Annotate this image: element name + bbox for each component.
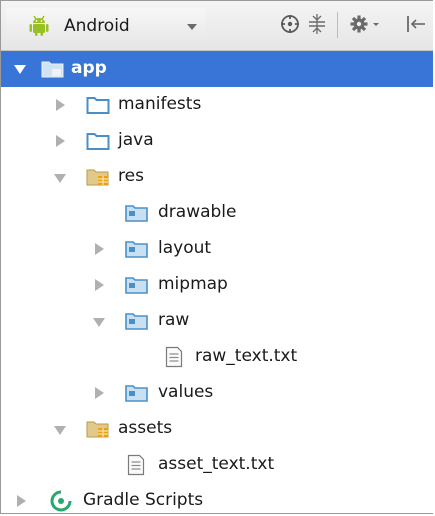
tree-item-values[interactable]: values <box>1 375 433 411</box>
sync-locate-icon[interactable] <box>279 13 301 40</box>
collapse-arrow-icon[interactable] <box>56 135 65 147</box>
tree-item-label: res <box>118 166 144 186</box>
tree-item-label: assets <box>118 418 173 438</box>
expand-arrow-icon[interactable] <box>54 174 66 183</box>
project-toolbar: Android <box>1 1 433 51</box>
dropdown-arrow-icon <box>187 24 197 30</box>
tree-item-app[interactable]: app <box>1 51 433 87</box>
view-mode-label: Android <box>64 16 130 36</box>
tree-item-manifests[interactable]: manifests <box>1 87 433 123</box>
tree-item-drawable[interactable]: drawable <box>1 195 433 231</box>
folder-icon <box>125 275 149 300</box>
tree-item-layout[interactable]: layout <box>1 231 433 267</box>
resource-folder-icon <box>86 419 112 444</box>
tree-item-mipmap[interactable]: mipmap <box>1 267 433 303</box>
collapse-arrow-icon[interactable] <box>95 387 104 399</box>
tree-item-label: raw <box>158 310 190 330</box>
collapse-all-icon[interactable] <box>307 13 327 40</box>
toolbar-divider <box>337 12 338 38</box>
collapse-arrow-icon[interactable] <box>17 495 26 507</box>
hide-panel-icon[interactable] <box>405 13 427 40</box>
tree-item-label: java <box>118 130 154 150</box>
collapse-arrow-icon[interactable] <box>56 99 65 111</box>
view-mode-dropdown[interactable]: Android <box>6 8 206 42</box>
folder-icon <box>125 203 149 228</box>
android-icon <box>28 15 50 42</box>
tree-item-assets[interactable]: assets <box>1 411 433 447</box>
text-file-icon <box>127 454 145 481</box>
folder-icon <box>86 131 110 156</box>
tree-item-asset-text-file[interactable]: asset_text.txt <box>1 447 433 483</box>
tree-item-label: manifests <box>118 94 202 114</box>
collapse-arrow-icon[interactable] <box>95 279 104 291</box>
tree-item-label: layout <box>158 238 212 258</box>
text-file-icon <box>165 346 183 373</box>
folder-icon <box>125 383 149 408</box>
tree-item-label: app <box>71 58 107 78</box>
tree-item-label: mipmap <box>158 274 228 294</box>
tree-item-label: Gradle Scripts <box>83 490 204 510</box>
module-folder-icon <box>41 59 65 84</box>
tree-item-raw[interactable]: raw <box>1 303 433 339</box>
tree-item-label: values <box>158 382 214 402</box>
folder-icon <box>125 311 149 336</box>
tree-item-res[interactable]: res <box>1 159 433 195</box>
collapse-arrow-icon[interactable] <box>95 243 104 255</box>
expand-arrow-icon[interactable] <box>14 65 26 74</box>
tree-item-label: raw_text.txt <box>195 346 298 366</box>
expand-arrow-icon[interactable] <box>93 318 105 327</box>
folder-icon <box>125 239 149 264</box>
tree-item-raw-text-file[interactable]: raw_text.txt <box>1 339 433 375</box>
tree-item-gradle-scripts[interactable]: Gradle Scripts <box>1 483 433 513</box>
gradle-icon <box>50 490 72 513</box>
project-panel: Android app manifests java res drawable … <box>0 0 433 514</box>
tree-item-java[interactable]: java <box>1 123 433 159</box>
expand-arrow-icon[interactable] <box>54 426 66 435</box>
tree-item-label: drawable <box>158 202 237 222</box>
folder-icon <box>86 95 110 120</box>
resource-folder-icon <box>86 167 112 192</box>
settings-icon[interactable] <box>349 13 383 40</box>
tree-item-label: asset_text.txt <box>158 454 275 474</box>
